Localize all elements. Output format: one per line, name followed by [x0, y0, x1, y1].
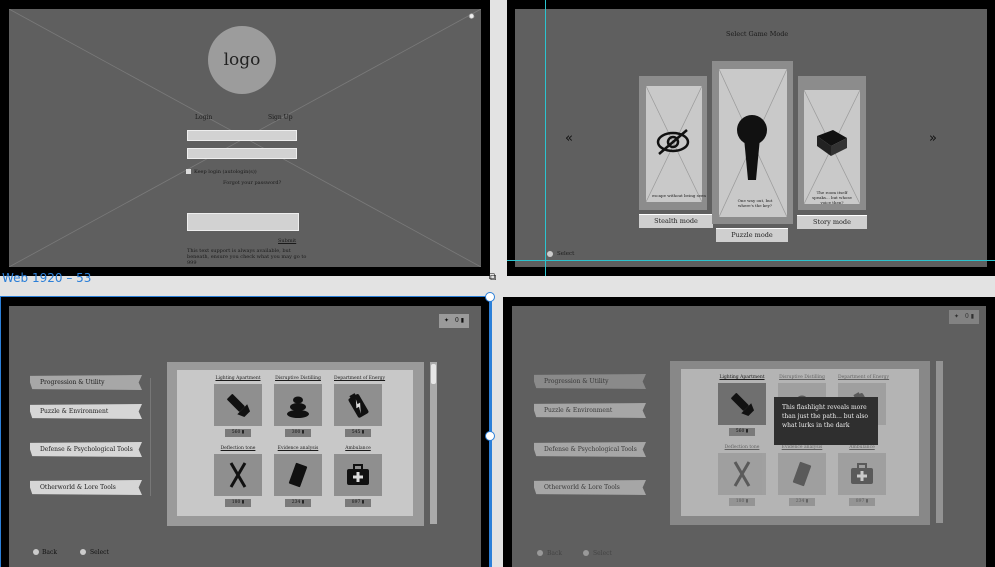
item-price: 180 ▮	[729, 498, 755, 506]
tab-login[interactable]: Login	[195, 114, 212, 121]
item-tile[interactable]	[718, 383, 766, 425]
keyhole-icon	[737, 115, 767, 180]
coin-icon: ▮	[744, 429, 749, 434]
captcha-input[interactable]	[187, 213, 299, 231]
back-button-icon	[537, 550, 543, 556]
selection-border	[0, 296, 490, 567]
game-mode-title: Select Game Mode	[726, 30, 789, 38]
keep-login-checkbox[interactable]	[186, 169, 191, 174]
currency-display-2: ✦ 0 ▮	[949, 310, 980, 324]
forgot-password-link[interactable]: Forgot your password?	[223, 180, 281, 186]
puzzle-mode-caption: One way out, but where's the key?	[737, 198, 773, 208]
stealth-mode-caption: escape without being seen	[652, 193, 706, 198]
coin-icon: ▮	[744, 499, 749, 504]
currency-amount: 0	[965, 313, 969, 320]
book-icon	[817, 130, 847, 156]
category-otherworld-2[interactable]: Otherworld & Lore Tools	[534, 480, 646, 495]
item-name: Deflection tone	[724, 445, 760, 450]
component-icon[interactable]: ⧉	[489, 272, 496, 283]
crossed-sticks-icon	[727, 459, 757, 493]
select-button-icon	[547, 251, 553, 257]
right-item-5[interactable]: Ambulance 897 ▮	[838, 445, 886, 506]
select-hint-2[interactable]: Select	[593, 550, 612, 557]
resize-handle-mid[interactable]	[485, 431, 495, 441]
item-name: Lighting Apartment	[719, 375, 765, 380]
game-mode-select-hint[interactable]: Select	[557, 251, 574, 257]
coin-icon: ▮	[804, 499, 809, 504]
tab-signup[interactable]: Sign Up	[268, 114, 293, 121]
story-mode-caption: The room itself speaks... but whose voic…	[812, 190, 852, 205]
back-hint-2[interactable]: Back	[547, 550, 562, 557]
scrollbar-track-2[interactable]	[936, 361, 943, 523]
logo: logo	[208, 26, 276, 94]
plus-icon[interactable]: ✦	[954, 313, 959, 320]
settings-gear-icon[interactable]: ✹	[468, 12, 475, 21]
coin-icon: ▮	[864, 499, 869, 504]
item-price: 234 ▮	[789, 498, 815, 506]
right-item-0[interactable]: Lighting Apartment 560 ▮	[718, 375, 766, 436]
eye-slash-icon	[656, 129, 690, 155]
category-puzzle-2[interactable]: Puzzle & Environment	[534, 403, 646, 418]
item-tile[interactable]	[718, 453, 766, 495]
resize-handle-top[interactable]	[485, 292, 495, 302]
item-name: Evidence analysis	[781, 445, 823, 450]
item-price: 897 ▮	[849, 498, 875, 506]
item-name: Department of Energy	[838, 375, 890, 380]
prev-mode-arrow[interactable]: «	[565, 131, 573, 146]
right-item-4[interactable]: Evidence analysis 234 ▮	[778, 445, 826, 506]
frame-label[interactable]: Web 1920 – 53	[2, 271, 91, 285]
login-footer-text: This text support is always available, b…	[187, 248, 307, 266]
guide-line-vertical	[545, 0, 546, 276]
first-aid-icon	[847, 459, 877, 493]
phone-icon	[787, 459, 817, 493]
username-input[interactable]	[187, 130, 297, 141]
item-tile[interactable]	[838, 453, 886, 495]
category-defense-2[interactable]: Defense & Psychological Tools	[534, 442, 646, 457]
next-mode-arrow[interactable]: »	[929, 131, 937, 146]
stealth-mode-button[interactable]: Stealth mode	[639, 214, 713, 228]
item-tooltip: This flashlight reveals more than just t…	[774, 397, 878, 445]
submit-button[interactable]: Submit	[278, 238, 296, 244]
select-button-icon	[583, 550, 589, 556]
password-input[interactable]	[187, 148, 297, 159]
coin-stack-icon: ▮	[970, 313, 975, 320]
guide-line-horizontal	[507, 260, 995, 261]
item-price: 560 ▮	[729, 428, 755, 436]
keep-login-label: Keep login (autologin(s))	[194, 169, 257, 175]
category-progression-2[interactable]: Progression & Utility	[534, 374, 646, 389]
story-mode-button[interactable]: Story mode	[797, 215, 867, 229]
item-tile[interactable]	[778, 453, 826, 495]
item-name: Disruptive Distilling	[779, 375, 825, 380]
item-name: Ambulance	[849, 445, 875, 450]
puzzle-mode-button[interactable]: Puzzle mode	[716, 228, 788, 242]
right-item-3[interactable]: Deflection tone 180 ▮	[718, 445, 766, 506]
flashlight-icon	[727, 389, 757, 423]
